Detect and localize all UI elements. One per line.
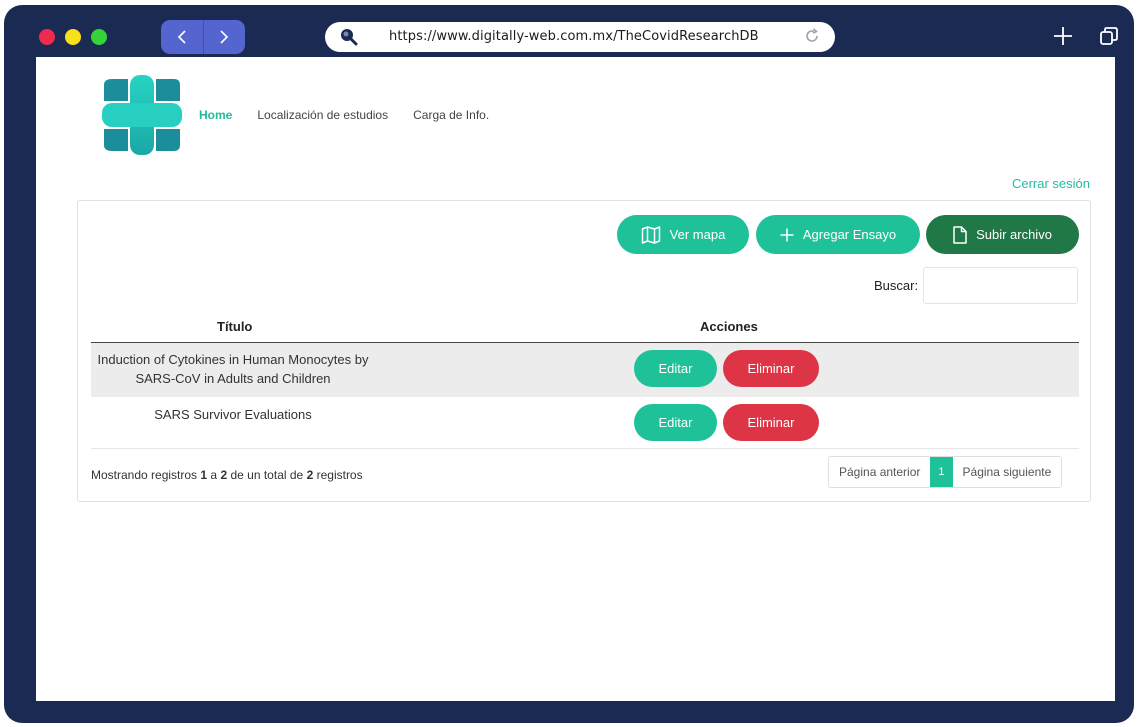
upload-file-button[interactable]: Subir archivo	[926, 215, 1079, 254]
column-header-title[interactable]: Título	[217, 319, 252, 334]
maximize-window-button[interactable]	[91, 29, 107, 45]
close-window-button[interactable]	[39, 29, 55, 45]
main-nav: Home Localización de estudios Carga de I…	[199, 108, 514, 122]
info-total: 2	[306, 468, 314, 482]
history-nav	[161, 20, 245, 54]
search-icon	[341, 29, 358, 46]
info-from: 1	[200, 468, 208, 482]
forward-button[interactable]	[202, 20, 246, 54]
logout-link[interactable]: Cerrar sesión	[1012, 176, 1090, 191]
chevron-right-icon	[220, 30, 229, 44]
records-info: Mostrando registros 1 a 2 de un total de…	[91, 468, 363, 482]
prev-page-button[interactable]: Página anterior	[829, 457, 931, 487]
brand-logo[interactable]	[102, 75, 182, 155]
trials-card: Ver mapa Agregar Ensayo Subir archivo Bu…	[77, 200, 1091, 502]
new-tab-icon[interactable]	[1052, 25, 1074, 47]
tabs-overview-icon[interactable]	[1098, 25, 1120, 47]
column-header-actions: Acciones	[700, 319, 758, 334]
page-1-button[interactable]: 1	[930, 457, 953, 487]
plus-icon	[780, 228, 794, 241]
back-button[interactable]	[161, 20, 203, 54]
info-suffix: registros	[316, 468, 363, 482]
nav-home[interactable]: Home	[199, 108, 232, 122]
table-row: Induction of Cytokines in Human Monocyte…	[91, 343, 1079, 397]
map-icon	[641, 225, 660, 244]
view-map-button[interactable]: Ver mapa	[617, 215, 749, 254]
page-viewport: Home Localización de estudios Carga de I…	[36, 57, 1115, 701]
table-row: SARS Survivor Evaluations Editar Elimina…	[91, 397, 1079, 449]
reload-icon[interactable]	[803, 27, 821, 45]
view-map-label: Ver mapa	[669, 227, 726, 242]
search-input[interactable]	[923, 267, 1078, 304]
edit-button[interactable]: Editar	[634, 404, 717, 441]
row-title: Induction of Cytokines in Human Monocyte…	[97, 352, 369, 386]
chevron-left-icon	[177, 30, 186, 44]
nav-upload-info[interactable]: Carga de Info.	[413, 108, 489, 122]
minimize-window-button[interactable]	[65, 29, 81, 45]
address-bar[interactable]: https://www.digitally-web.com.mx/TheCovi…	[325, 22, 835, 52]
info-to-word: a	[210, 468, 218, 482]
info-total-prefix: de un total de	[230, 468, 304, 482]
url-text: https://www.digitally-web.com.mx/TheCovi…	[389, 29, 759, 44]
pagination: Página anterior 1 Página siguiente	[828, 456, 1063, 488]
info-to: 2	[220, 468, 228, 482]
add-trial-button[interactable]: Agregar Ensayo	[756, 215, 920, 254]
info-prefix: Mostrando registros	[91, 468, 198, 482]
nav-locations[interactable]: Localización de estudios	[257, 108, 388, 122]
search-label: Buscar:	[874, 278, 919, 293]
file-icon	[953, 225, 967, 244]
upload-file-label: Subir archivo	[976, 227, 1052, 242]
edit-button[interactable]: Editar	[634, 350, 717, 387]
add-trial-label: Agregar Ensayo	[802, 227, 897, 242]
delete-button[interactable]: Eliminar	[723, 404, 819, 441]
row-title: SARS Survivor Evaluations	[154, 407, 312, 422]
next-page-button[interactable]: Página siguiente	[952, 457, 1062, 487]
delete-button[interactable]: Eliminar	[723, 350, 819, 387]
